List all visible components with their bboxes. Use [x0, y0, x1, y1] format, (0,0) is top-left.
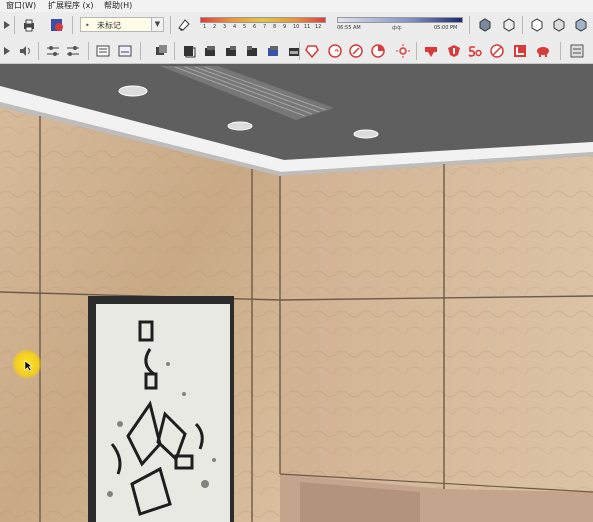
right-wall-grain: [280, 156, 593, 522]
menu-extensions[interactable]: 扩展程序 (x): [48, 0, 94, 12]
toolbar-separator: [170, 16, 171, 34]
month-tick: 8: [273, 24, 277, 30]
downlight: [227, 121, 253, 131]
ruby-gem-icon[interactable]: [305, 44, 319, 58]
toolbar-separator: [174, 42, 175, 60]
month-tick: 11: [304, 24, 311, 30]
plugin-shield-icon[interactable]: [447, 44, 461, 58]
month-tick: 10: [293, 24, 300, 30]
style-dropdown-value: 未标记: [97, 21, 121, 30]
plugin-corner-icon[interactable]: [513, 44, 527, 58]
downlight: [353, 129, 379, 139]
toolbar-handle-icon[interactable]: [0, 44, 10, 58]
toolbar-separator: [72, 16, 73, 34]
plugin-pen-icon[interactable]: [349, 44, 363, 58]
model-info-icon[interactable]: [50, 18, 64, 32]
month-tick: 4: [233, 24, 237, 30]
shadow-time-slider[interactable]: [337, 17, 463, 23]
toolbar-separator: [469, 16, 470, 34]
toolbar-separator: [140, 42, 141, 60]
toolbar-separator: [560, 42, 561, 60]
plugin-56-icon[interactable]: [468, 44, 482, 58]
toolbar-separator: [38, 42, 39, 60]
downlight: [118, 85, 148, 97]
chevron-down-icon[interactable]: ▼: [151, 18, 163, 31]
toolbar-separator: [522, 16, 523, 34]
plugin-label-icon[interactable]: [424, 44, 438, 58]
shadows-toggle-icon[interactable]: [177, 18, 191, 32]
wall-artwork: [96, 304, 230, 522]
view-top-icon[interactable]: [182, 44, 196, 58]
sliders-icon[interactable]: [66, 44, 80, 58]
toolbar-separator: [299, 42, 300, 60]
menu-help[interactable]: 帮助(H): [104, 0, 132, 12]
month-tick: 5: [243, 24, 247, 30]
plugin-elephant-icon[interactable]: [536, 44, 550, 58]
view-left-icon[interactable]: [266, 44, 280, 58]
textured-style-icon[interactable]: [574, 18, 588, 32]
month-tick: 3: [223, 24, 227, 30]
plugin-disc-icon[interactable]: [490, 44, 504, 58]
sound-icon[interactable]: [18, 44, 32, 58]
shadow-month-ticks: 1 2 3 4 5 6 7 8 9 10 11 12: [200, 24, 326, 32]
mouse-pointer-icon: [24, 360, 33, 372]
plugin-spiral-icon[interactable]: [328, 44, 342, 58]
toolbar-separator: [88, 42, 89, 60]
model-viewport[interactable]: [0, 64, 593, 522]
drawing-view-icon[interactable]: [118, 44, 132, 58]
layer-settings-icon[interactable]: [46, 44, 60, 58]
plugin-chart-icon[interactable]: [371, 44, 385, 58]
month-tick: 12: [315, 24, 322, 30]
month-tick: 9: [283, 24, 287, 30]
plugin-sun-icon[interactable]: [396, 44, 410, 58]
view-back-icon[interactable]: [245, 44, 259, 58]
scene-render: [0, 64, 593, 522]
xray-style-icon[interactable]: [478, 18, 492, 32]
menu-window[interactable]: 窗口(W): [6, 0, 36, 12]
wireframe-style-icon[interactable]: [502, 18, 516, 32]
shaded-style-icon[interactable]: [552, 18, 566, 32]
month-tick: 6: [253, 24, 257, 30]
month-tick: 2: [213, 24, 217, 30]
style-dropdown[interactable]: • 未标记 ▼: [80, 17, 164, 32]
toolbar-handle-icon[interactable]: [0, 18, 10, 32]
view-front-icon[interactable]: [203, 44, 217, 58]
view-iso-icon[interactable]: [154, 44, 168, 58]
hidden-line-style-icon[interactable]: [530, 18, 544, 32]
style-bullet-icon: •: [85, 21, 90, 30]
month-tick: 1: [203, 24, 207, 30]
component-options-icon[interactable]: [96, 44, 110, 58]
view-right-icon[interactable]: [224, 44, 238, 58]
time-start-label: 06:55 AM: [337, 25, 361, 31]
month-tick: 7: [263, 24, 267, 30]
shadow-date-slider[interactable]: [200, 17, 326, 23]
time-end-label: 05:00 PM: [434, 25, 458, 31]
toolbar-separator: [416, 42, 417, 60]
time-noon-label: 中午: [392, 26, 403, 32]
print-icon[interactable]: [22, 18, 36, 32]
toolbar-separator: [14, 16, 15, 34]
plugin-panel-icon[interactable]: [570, 44, 584, 58]
